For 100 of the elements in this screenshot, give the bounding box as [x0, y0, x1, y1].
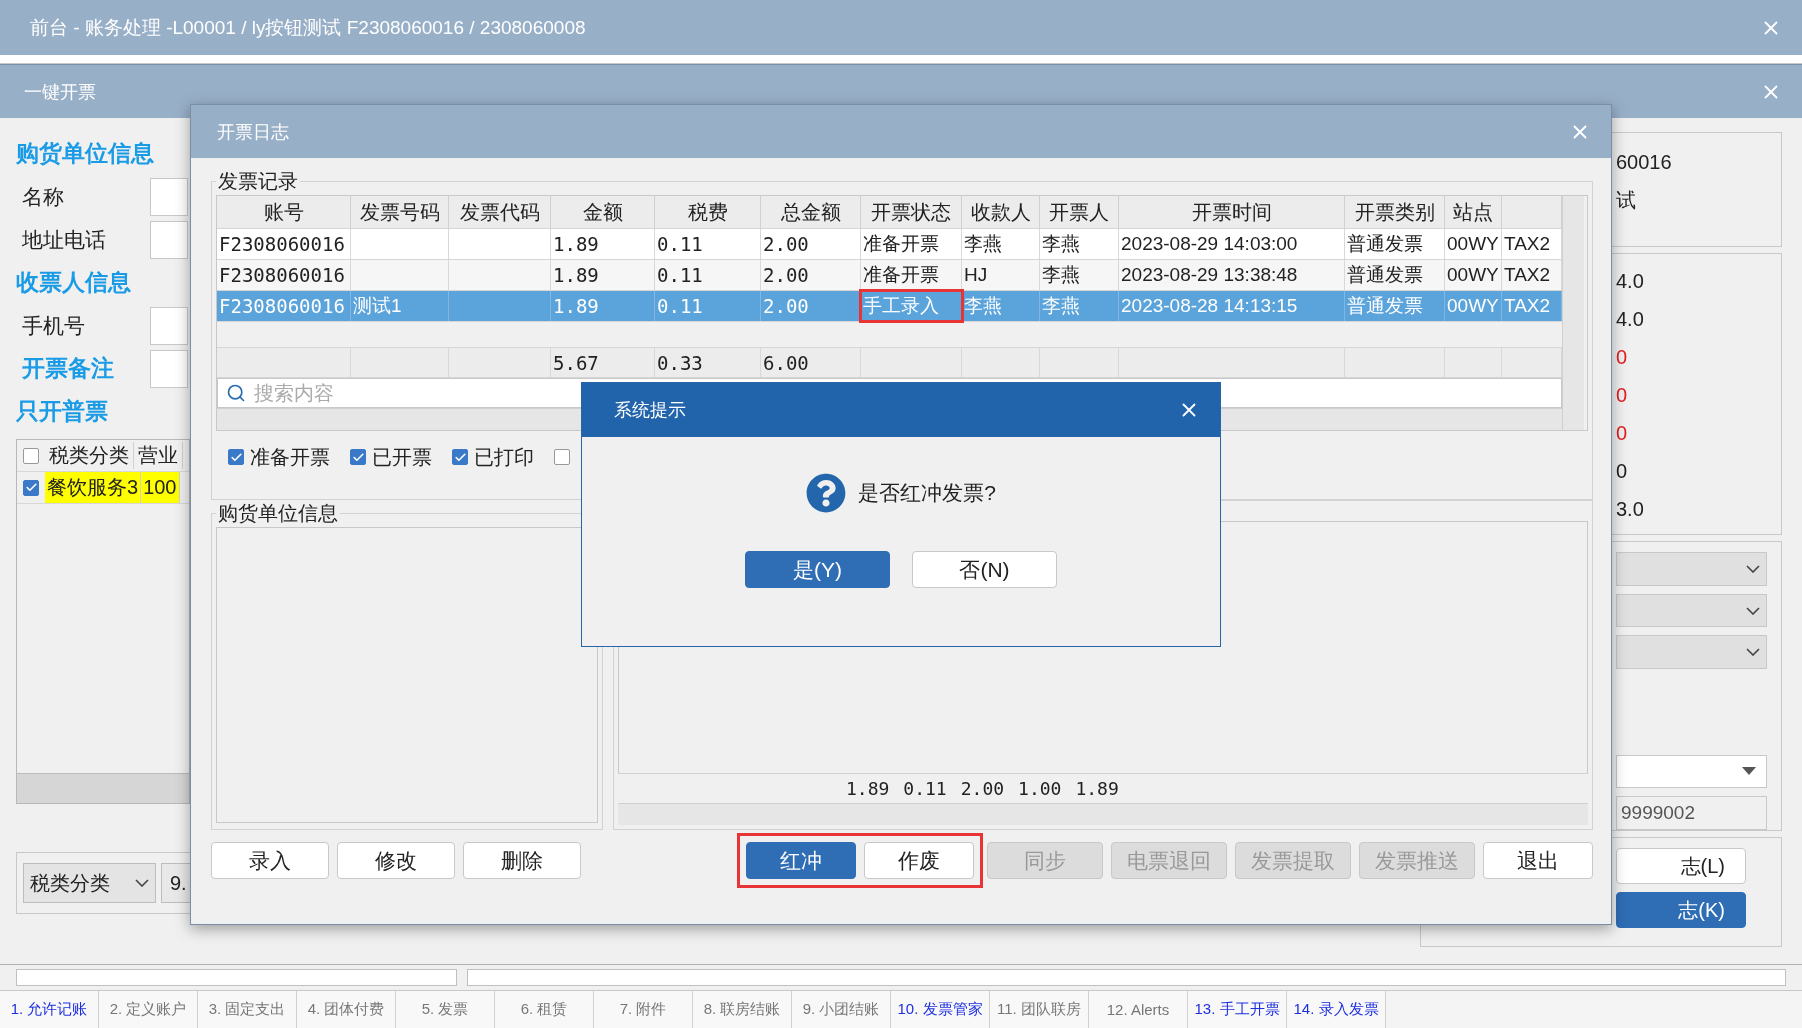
action-button[interactable]: 红冲 — [746, 842, 856, 879]
table-row[interactable]: F2308060016 1.89 0.11 2.00 准备开票 HJ 李燕 2023-08-29 13:38:48 普通发票 00WY TAX2 — [217, 260, 1562, 291]
bottom-tab[interactable]: 2. 定义账户 — [99, 991, 198, 1028]
table-cell: 测试1 — [351, 291, 449, 321]
info-text: 试 — [1616, 187, 1637, 213]
bottom-tab[interactable]: 1. 允许记账 — [0, 991, 99, 1028]
table-cell: 2023-08-29 13:38:48 — [1119, 260, 1345, 290]
bottom-tab[interactable]: 14. 录入发票 — [1287, 991, 1386, 1028]
table-cell: 0.11 — [655, 229, 761, 259]
chevron-down-icon — [1746, 648, 1760, 657]
chevron-down-icon — [1746, 606, 1760, 615]
table-cell: 李燕 — [962, 291, 1040, 321]
checkbox[interactable] — [23, 447, 39, 464]
amount-field[interactable]: 9. — [161, 863, 191, 903]
column-header: 税类分类 — [45, 442, 134, 469]
action-button[interactable]: 志(K) — [1616, 892, 1746, 928]
summary-value: 1.00 — [1018, 778, 1062, 799]
input-field[interactable] — [150, 220, 188, 259]
bottom-tab[interactable]: 11. 团队联房 — [990, 991, 1089, 1028]
dropdown[interactable] — [1616, 593, 1767, 628]
dropdown[interactable] — [1616, 635, 1767, 670]
table-cell: 2023-08-28 14:13:15 — [1119, 291, 1345, 321]
chevron-down-icon — [1746, 564, 1760, 573]
column-header: 开票时间 — [1119, 196, 1345, 228]
table-cell: F2308060016 — [217, 291, 351, 321]
table-cell: 餐饮服务3 — [45, 472, 142, 503]
input-field[interactable] — [150, 177, 188, 216]
input-field[interactable] — [150, 349, 188, 388]
table-cell: 2.00 — [761, 229, 861, 259]
checkbox-label: 准备开票 — [250, 444, 330, 470]
bottom-tab[interactable]: 7. 附件 — [594, 991, 693, 1028]
bottom-tab[interactable]: 5. 发票 — [396, 991, 495, 1028]
dialog-button[interactable]: 是(Y) — [745, 551, 890, 588]
table-cell: 00WY — [1445, 229, 1502, 259]
checkbox[interactable] — [228, 449, 244, 465]
table-row[interactable]: F2308060016 1.89 0.11 2.00 准备开票 李燕 李燕 2023-08-29 14:03:00 普通发票 00WY TAX2 — [217, 229, 1562, 260]
bottom-tab[interactable]: 4. 团体付费 — [297, 991, 396, 1028]
bottom-tab[interactable]: 8. 联房结账 — [693, 991, 792, 1028]
table-cell: HJ — [962, 260, 1040, 290]
value-text: 0 — [1616, 382, 1629, 408]
table-cell: 李燕 — [1040, 291, 1119, 321]
table-cell: 普通发票 — [1345, 260, 1445, 290]
bottom-tab[interactable]: 6. 租赁 — [495, 991, 594, 1028]
action-button[interactable]: 修改 — [337, 842, 455, 879]
table-cell: 2.00 — [761, 291, 861, 321]
tax-category-select[interactable]: 税类分类 — [23, 863, 156, 903]
summary-value: 0.11 — [903, 778, 947, 799]
value-text: 4.0 — [1616, 306, 1645, 332]
table-cell: F2308060016 — [217, 260, 351, 290]
table-cell: 2.00 — [761, 260, 861, 290]
search-icon — [226, 383, 246, 403]
bottom-tab[interactable]: 9. 小团结账 — [792, 991, 891, 1028]
summary-value: 2.00 — [960, 778, 1005, 799]
total-cell: 6.00 — [761, 348, 861, 377]
triangle-icon — [1742, 767, 1756, 776]
table-cell: F2308060016 — [217, 229, 351, 259]
code-field[interactable]: 9999002 — [1616, 796, 1767, 830]
column-header: 站点 — [1445, 196, 1502, 228]
table-row[interactable]: F2308060016 测试1 1.89 0.11 2.00 手工录入 李燕 李燕 2023-08-28 14:13:15 普通发票 00WY TAX2 — [217, 291, 1562, 322]
table-cell: 1.89 — [551, 291, 655, 321]
checkbox[interactable] — [350, 449, 366, 465]
value-text: 0 — [1616, 420, 1629, 446]
checkbox[interactable] — [23, 479, 39, 496]
table-cell: 2023-08-29 14:03:00 — [1119, 229, 1345, 259]
section-heading: 收票人信息 — [16, 267, 132, 297]
table-cell: 100 — [141, 472, 180, 503]
column-header: 收款人 — [962, 196, 1040, 228]
checkbox[interactable] — [554, 449, 570, 465]
window-title: 前台 - 账务处理 -L00001 / ly按钮测试 F2308060016 / 2308060008 — [30, 15, 586, 40]
value-text: 3.0 — [1616, 496, 1645, 522]
bottom-tab[interactable]: 3. 固定支出 — [198, 991, 297, 1028]
table-cell: 0.11 — [655, 260, 761, 290]
chevron-down-icon — [135, 879, 149, 887]
checkbox-label: 已打印 — [474, 444, 534, 470]
field-label: 地址电话 — [21, 226, 107, 253]
table-cell: 李燕 — [962, 229, 1040, 259]
action-button[interactable]: 志(L) — [1616, 848, 1746, 884]
bottom-tab[interactable]: 13. 手工开票 — [1188, 991, 1287, 1028]
section-heading: 开票备注 — [21, 353, 115, 383]
bottom-tab[interactable]: 12. Alerts — [1089, 991, 1188, 1028]
value-text: 4.0 — [1616, 268, 1645, 294]
column-header: 税费 — [655, 196, 761, 228]
column-header: 总金额 — [761, 196, 861, 228]
dropdown[interactable] — [1616, 754, 1767, 789]
action-button[interactable]: 退出 — [1483, 842, 1593, 879]
column-header: 账号 — [217, 196, 351, 228]
action-button[interactable]: 录入 — [211, 842, 329, 879]
bottom-tab[interactable]: 10. 发票管家 — [891, 991, 990, 1028]
search-placeholder: 搜索内容 — [254, 380, 334, 406]
action-button[interactable]: 删除 — [463, 842, 581, 879]
dropdown[interactable] — [1616, 552, 1767, 586]
input-field[interactable] — [150, 306, 188, 345]
checkbox-label: 已开票 — [372, 444, 432, 470]
table-cell: 00WY — [1445, 291, 1502, 321]
column-header: 发票代码 — [449, 196, 551, 228]
checkbox[interactable] — [452, 449, 468, 465]
dialog-button[interactable]: 否(N) — [912, 551, 1057, 588]
total-cell: 5.67 — [551, 348, 655, 377]
summary-value: 1.89 — [846, 778, 890, 799]
action-button[interactable]: 作废 — [864, 842, 974, 879]
